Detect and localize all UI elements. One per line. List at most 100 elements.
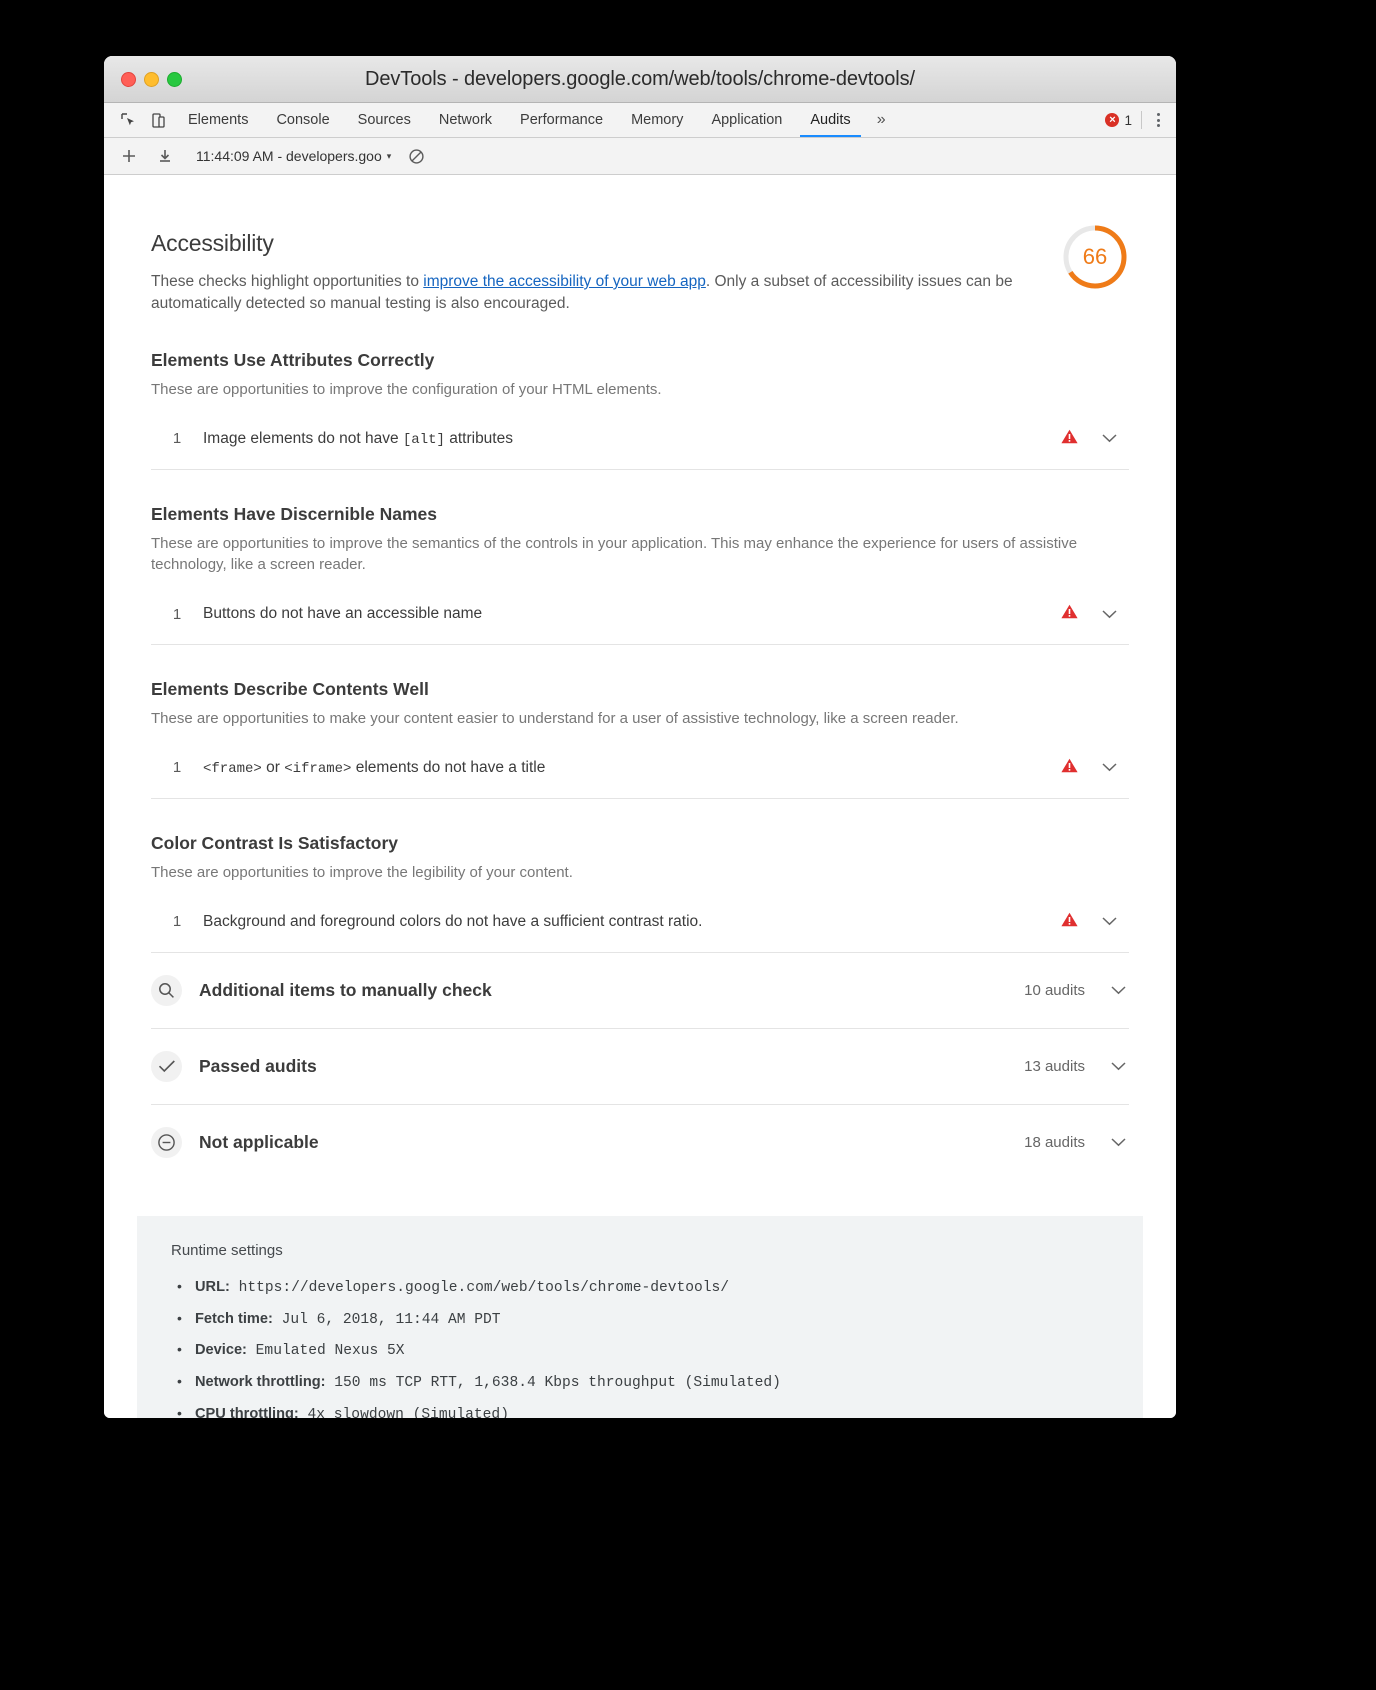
- group-passed-audits[interactable]: Passed audits 13 audits: [151, 1029, 1129, 1105]
- runtime-value: 4x slowdown (Simulated): [298, 1407, 509, 1418]
- runtime-label: Fetch time:: [195, 1310, 273, 1327]
- expand-chevron-icon[interactable]: [1089, 759, 1129, 776]
- audit-row[interactable]: 1 <frame> or <iframe> elements do not ha…: [151, 738, 1129, 799]
- group-manual-checks[interactable]: Additional items to manually check 10 au…: [151, 953, 1129, 1029]
- expand-chevron-icon[interactable]: [1107, 1134, 1129, 1151]
- group-icon-wrap: [151, 974, 199, 1006]
- tab-network[interactable]: Network: [425, 103, 506, 137]
- toolbar-divider: [1141, 111, 1142, 129]
- devtools-window: DevTools - developers.google.com/web/too…: [104, 56, 1176, 1418]
- close-window-button[interactable]: [121, 71, 136, 87]
- group-not-applicable[interactable]: Not applicable 18 audits: [151, 1105, 1129, 1180]
- minimize-window-button[interactable]: [144, 71, 159, 87]
- tab-memory[interactable]: Memory: [617, 103, 697, 137]
- tab-label: Application: [711, 112, 783, 128]
- expand-chevron-icon[interactable]: [1089, 913, 1129, 930]
- group-icon-wrap: [151, 1126, 199, 1158]
- clear-reports-icon[interactable]: [405, 145, 427, 167]
- audit-text-post: elements do not have a title: [351, 758, 546, 776]
- device-toolbar-icon[interactable]: [148, 110, 168, 130]
- report-inner: Accessibility These checks highlight opp…: [104, 175, 1176, 1180]
- audit-section: Elements Have Discernible Names These ar…: [151, 470, 1129, 646]
- tab-label: Network: [438, 112, 493, 128]
- runtime-settings-list: URL: https://developers.google.com/web/t…: [171, 1276, 1109, 1418]
- tab-performance[interactable]: Performance: [506, 103, 617, 137]
- tabbar-tool-icons: [104, 103, 174, 137]
- group-count: 13 audits: [1024, 1057, 1085, 1075]
- tab-label: Elements: [188, 112, 249, 128]
- expand-chevron-icon[interactable]: [1107, 1058, 1129, 1075]
- audit-title: Buttons do not have an accessible name: [203, 605, 483, 623]
- category-header: Accessibility These checks highlight opp…: [151, 175, 1129, 316]
- tab-label: Console: [276, 112, 330, 128]
- section-description: These are opportunities to improve the s…: [151, 534, 1078, 574]
- category-description: These checks highlight opportunities to …: [151, 271, 1041, 316]
- tabbar-right-controls: × 1: [1105, 103, 1176, 137]
- expand-chevron-icon[interactable]: [1089, 606, 1129, 623]
- devtools-tabbar: Elements Console Sources Network Perform…: [104, 103, 1176, 138]
- check-icon: [151, 1050, 182, 1082]
- search-icon: [151, 974, 182, 1006]
- list-item: URL: https://developers.google.com/web/t…: [171, 1276, 1109, 1300]
- audit-count: 1: [172, 430, 182, 448]
- score-value: 66: [1082, 244, 1108, 269]
- group-count: 10 audits: [1024, 981, 1085, 999]
- expand-chevron-icon[interactable]: [1089, 430, 1129, 447]
- inspect-element-icon[interactable]: [118, 110, 138, 130]
- tab-label: Sources: [357, 112, 411, 128]
- devtools-tabs: Elements Console Sources Network Perform…: [174, 103, 898, 137]
- tab-elements[interactable]: Elements: [174, 103, 262, 137]
- maximize-window-button[interactable]: [167, 71, 182, 87]
- runtime-label: CPU throttling:: [195, 1406, 299, 1418]
- lighthouse-report: Accessibility These checks highlight opp…: [104, 175, 1176, 1418]
- audit-text: or: [261, 758, 285, 776]
- more-tabs-icon[interactable]: »: [865, 103, 898, 137]
- export-report-icon[interactable]: [154, 145, 176, 167]
- audit-code: [alt]: [402, 431, 445, 448]
- chevron-down-icon: ▾: [386, 150, 392, 161]
- list-item: Fetch time: Jul 6, 2018, 11:44 AM PDT: [171, 1308, 1109, 1332]
- new-audit-icon[interactable]: [118, 145, 140, 167]
- audit-row[interactable]: 1 Image elements do not have [alt] attri…: [151, 409, 1129, 470]
- runtime-label: Network throttling:: [195, 1374, 326, 1391]
- audits-toolbar: 11:44:09 AM - developers.goo ▾: [104, 138, 1176, 175]
- group-icon-wrap: [151, 1050, 199, 1082]
- section-description: These are opportunities to make your con…: [151, 710, 959, 728]
- tab-label: Memory: [631, 112, 684, 128]
- audit-code: <frame>: [203, 760, 262, 777]
- group-title: Passed audits: [199, 1055, 317, 1076]
- audit-title: Background and foreground colors do not …: [203, 912, 703, 930]
- group-count: 18 audits: [1024, 1133, 1085, 1151]
- audit-row[interactable]: 1 Buttons do not have an accessible name: [151, 584, 1129, 646]
- accessibility-docs-link[interactable]: improve the accessibility of your web ap…: [423, 273, 706, 290]
- traffic-lights: [121, 71, 182, 87]
- runtime-settings-block: Runtime settings URL: https://developers…: [137, 1215, 1143, 1418]
- audit-title: Image elements do not have [alt] attribu…: [203, 430, 1049, 448]
- group-title: Additional items to manually check: [199, 979, 492, 1000]
- tab-console[interactable]: Console: [262, 103, 343, 137]
- error-count-label: 1: [1124, 112, 1132, 128]
- runtime-settings-title: Runtime settings: [171, 1241, 283, 1259]
- audit-row[interactable]: 1 Background and foreground colors do no…: [151, 892, 1129, 953]
- section-description: These are opportunities to improve the c…: [151, 380, 662, 398]
- group-title: Not applicable: [199, 1131, 319, 1152]
- warning-icon: [1049, 604, 1089, 624]
- audit-count: 1: [172, 913, 182, 931]
- list-item: Device: Emulated Nexus 5X: [171, 1339, 1109, 1363]
- tab-label: Audits: [810, 112, 851, 128]
- expand-chevron-icon[interactable]: [1107, 982, 1129, 999]
- tab-audits[interactable]: Audits: [796, 103, 864, 137]
- runtime-label: URL:: [195, 1278, 230, 1295]
- report-selector[interactable]: 11:44:09 AM - developers.goo ▾: [196, 148, 391, 164]
- tab-application[interactable]: Application: [697, 103, 796, 137]
- window-title: DevTools - developers.google.com/web/too…: [365, 67, 915, 90]
- score-gauge: 66: [1061, 223, 1129, 291]
- warning-icon: [1049, 758, 1089, 778]
- devtools-menu-icon[interactable]: [1151, 109, 1166, 131]
- tab-sources[interactable]: Sources: [344, 103, 425, 137]
- report-selector-label: 11:44:09 AM - developers.goo: [196, 148, 382, 164]
- section-title: Elements Use Attributes Correctly: [151, 349, 435, 370]
- audit-count: 1: [172, 759, 182, 777]
- error-count-badge[interactable]: × 1: [1105, 113, 1132, 128]
- section-title: Color Contrast Is Satisfactory: [151, 832, 398, 853]
